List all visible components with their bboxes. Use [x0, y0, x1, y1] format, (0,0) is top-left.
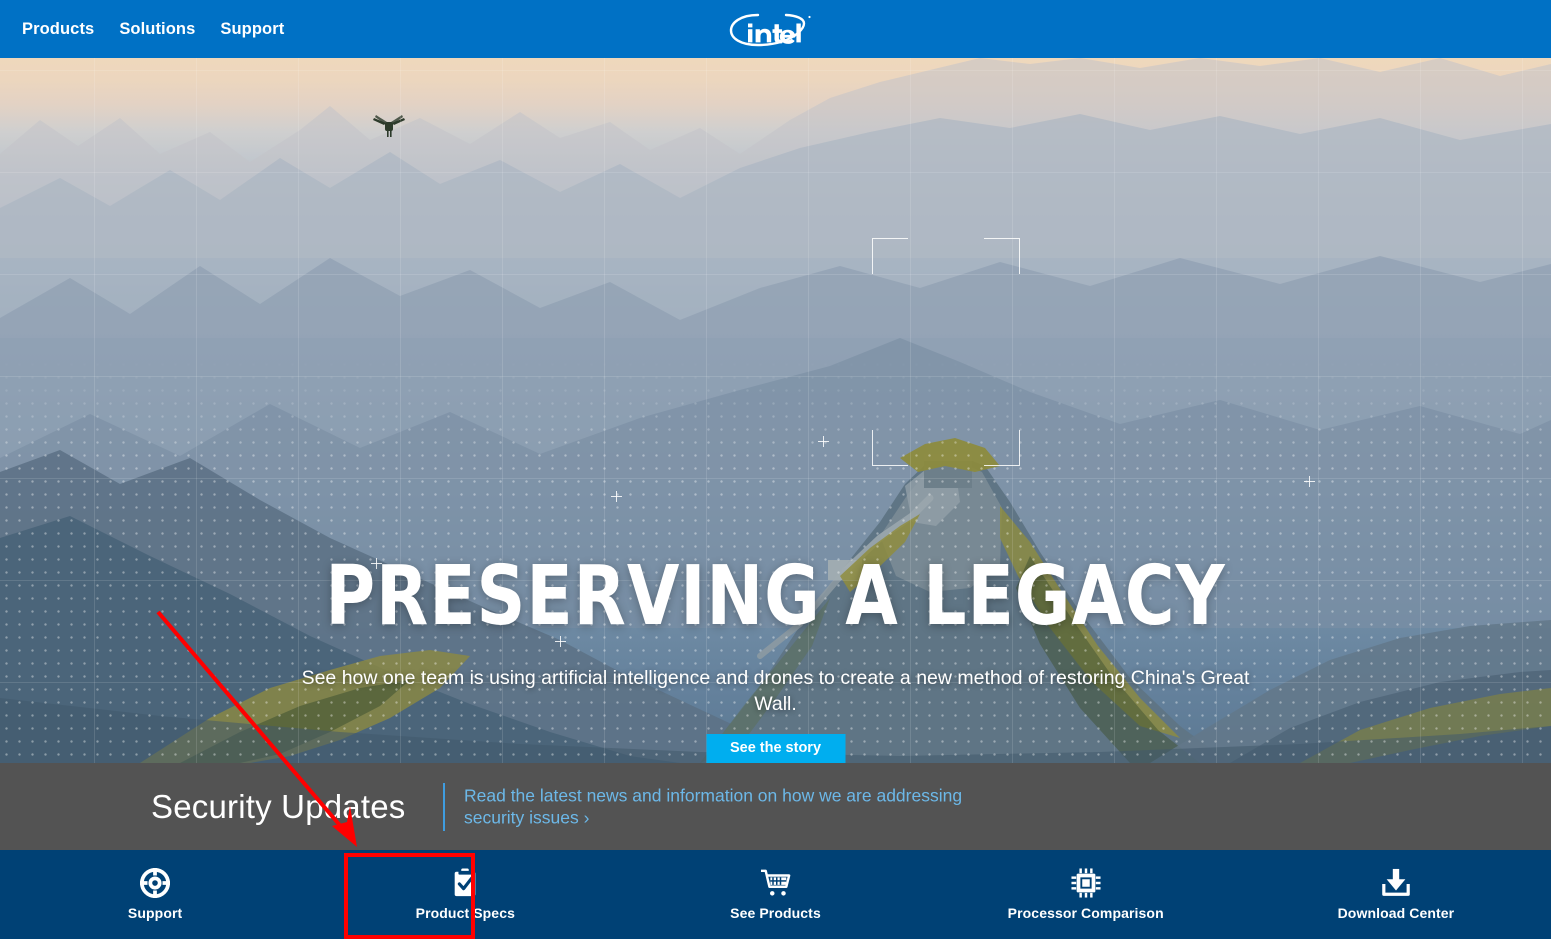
bottom-nav-item-see-products[interactable]: See Products [620, 850, 930, 939]
security-updates-bar: Security Updates Read the latest news an… [0, 763, 1551, 850]
download-tray-icon [1381, 868, 1411, 898]
bottom-nav-item-product-specs[interactable]: Product Specs [310, 850, 620, 939]
security-updates-title: Security Updates [151, 787, 406, 825]
bottom-nav-item-download-center[interactable]: Download Center [1241, 850, 1551, 939]
bottom-quick-links-bar: Support Product Specs See Products Proce… [0, 850, 1551, 939]
intel-homepage: Products Solutions Support PRESERVING A … [0, 0, 1551, 939]
top-navigation-bar: Products Solutions Support [0, 0, 1551, 58]
nav-item-products[interactable]: Products [22, 21, 94, 38]
life-ring-icon [140, 868, 171, 898]
nav-item-support[interactable]: Support [220, 21, 284, 38]
shopping-cart-icon [760, 868, 791, 898]
security-updates-link[interactable]: Read the latest news and information on … [464, 784, 1024, 829]
cpu-chip-icon [1071, 868, 1101, 898]
bottom-nav-label-download-center: Download Center [1337, 905, 1455, 921]
security-bar-divider [443, 783, 445, 831]
nav-item-solutions[interactable]: Solutions [119, 21, 195, 38]
clipboard-check-icon [450, 868, 480, 898]
intel-logo[interactable] [728, 7, 824, 51]
see-the-story-button[interactable]: See the story [706, 734, 845, 763]
bottom-nav-item-support[interactable]: Support [0, 850, 310, 939]
bottom-nav-label-processor-comparison: Processor Comparison [1007, 905, 1164, 921]
bottom-nav-item-processor-comparison[interactable]: Processor Comparison [931, 850, 1241, 939]
top-nav-links: Products Solutions Support [22, 0, 284, 58]
bottom-nav-label-see-products: See Products [730, 905, 821, 921]
drone-icon [372, 113, 406, 139]
hero-banner: PRESERVING A LEGACY See how one team is … [0, 58, 1551, 763]
bottom-nav-label-product-specs: Product Specs [415, 905, 515, 921]
bottom-nav-label-support: Support [127, 905, 183, 921]
